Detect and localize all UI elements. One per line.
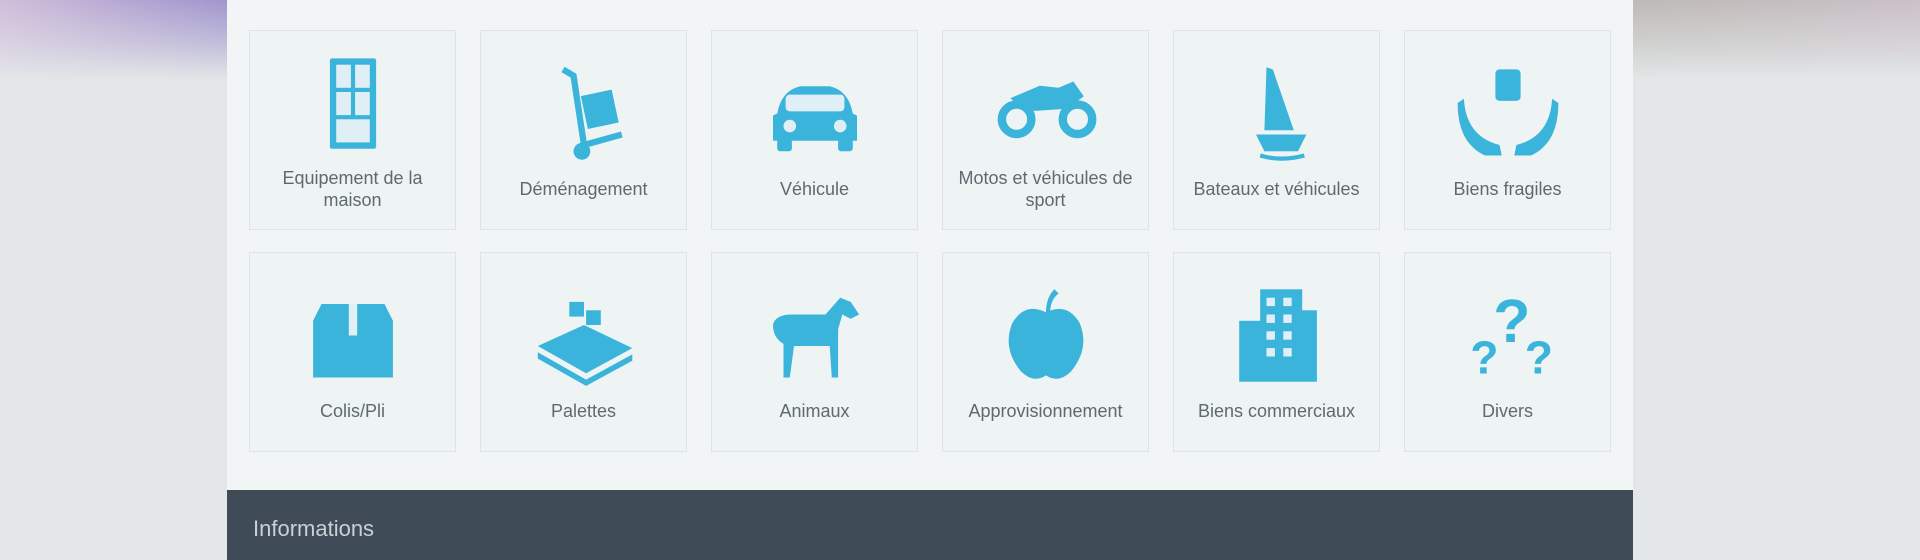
category-label: Equipement de la maison: [282, 167, 423, 210]
category-label: Divers: [1481, 400, 1533, 421]
building-icon: [1222, 283, 1332, 388]
question-marks-icon: ? ? ?: [1453, 283, 1563, 388]
info-bar-title: Informations: [253, 516, 375, 541]
svg-text:?: ?: [1524, 331, 1552, 383]
category-card-demenagement[interactable]: Déménagement: [480, 30, 687, 230]
hand-truck-icon: [529, 61, 639, 166]
category-card-bateaux[interactable]: Bateaux et véhicules: [1173, 30, 1380, 230]
category-card-divers[interactable]: ? ? ? Divers: [1404, 252, 1611, 452]
car-icon: [760, 61, 870, 166]
category-card-approvisionnement[interactable]: Approvisionnement: [942, 252, 1149, 452]
hands-care-icon: [1453, 61, 1563, 166]
category-card-animaux[interactable]: Animaux: [711, 252, 918, 452]
package-icon: [298, 283, 408, 388]
pallet-icon: [529, 283, 639, 388]
category-card-colis[interactable]: Colis/Pli: [249, 252, 456, 452]
category-card-vehicule[interactable]: Véhicule: [711, 30, 918, 230]
info-bar: Informations: [227, 490, 1633, 560]
category-card-palettes[interactable]: Palettes: [480, 252, 687, 452]
main-panel: Equipement de la maison Déménagement Véh…: [227, 0, 1633, 560]
boat-icon: [1222, 61, 1332, 166]
category-card-commerciaux[interactable]: Biens commerciaux: [1173, 252, 1380, 452]
apple-icon: [991, 283, 1101, 388]
category-label: Approvisionnement: [968, 400, 1123, 421]
motorcycle-icon: [991, 50, 1101, 155]
category-label: Bateaux et véhicules: [1193, 178, 1360, 199]
category-card-fragiles[interactable]: Biens fragiles: [1404, 30, 1611, 230]
category-label: Palettes: [550, 400, 617, 421]
category-label: Déménagement: [519, 178, 648, 199]
category-label: Animaux: [779, 400, 850, 421]
category-label: Véhicule: [779, 178, 850, 199]
cabinet-icon: [298, 50, 408, 155]
category-label: Colis/Pli: [319, 400, 385, 421]
category-card-motos[interactable]: Motos et véhicules de sport: [942, 30, 1149, 230]
category-card-equipement[interactable]: Equipement de la maison: [249, 30, 456, 230]
category-label: Biens commerciaux: [1197, 400, 1356, 421]
category-label: Motos et véhicules de sport: [958, 167, 1133, 210]
horse-icon: [760, 283, 870, 388]
category-grid: Equipement de la maison Déménagement Véh…: [249, 30, 1611, 452]
category-label: Biens fragiles: [1453, 178, 1562, 199]
